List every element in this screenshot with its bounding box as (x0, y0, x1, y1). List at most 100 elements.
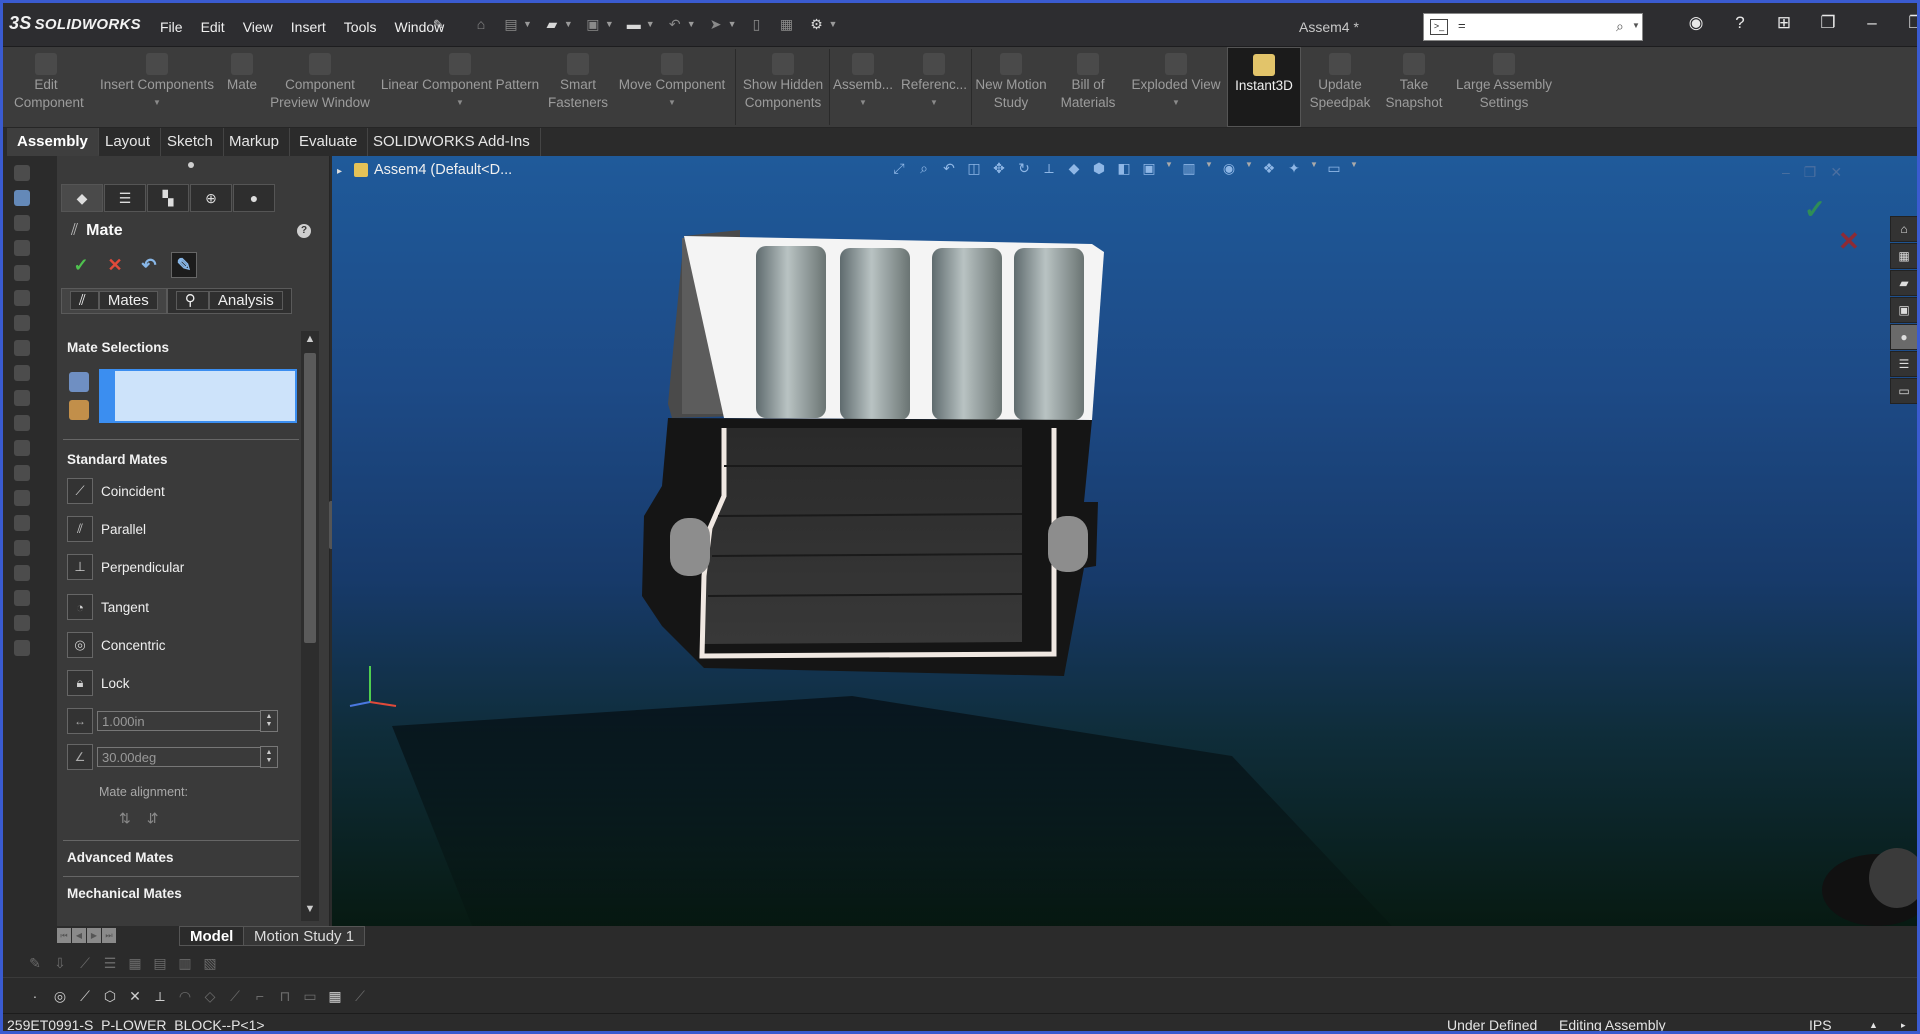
display-manager-tab-icon[interactable]: ● (233, 184, 275, 212)
property-manager-tab-icon[interactable]: ☰ (104, 184, 146, 212)
graphics-area[interactable]: ▸ Assem4 (Default<D... ⤢ ⌕ ↶ ◫ ✥ ↻ ⟂ ◆ ⬢… (332, 156, 1917, 926)
tool-icon[interactable] (14, 490, 30, 506)
angle-input[interactable] (97, 747, 261, 767)
scroll-thumb[interactable] (304, 353, 316, 643)
tool-icon[interactable] (14, 315, 30, 331)
appearances-scenes-icon[interactable]: ● (1890, 324, 1917, 350)
tool-icon[interactable]: ◇ (202, 988, 218, 1004)
reference-geometry-dropdown-icon[interactable]: ▼ (930, 94, 938, 112)
undo-icon[interactable]: ↶ (137, 253, 161, 277)
next-tab-icon[interactable]: ▶ (87, 928, 101, 943)
save-icon[interactable]: ▣ (583, 15, 603, 33)
tool-icon[interactable]: ▧ (202, 955, 218, 971)
undo-icon[interactable]: ↶ (665, 15, 685, 33)
tool-icon[interactable] (14, 640, 30, 656)
move-component-button[interactable]: Move Component ▼ (613, 47, 731, 127)
view-palette-icon[interactable]: ▣ (1890, 297, 1917, 323)
menu-insert[interactable]: Insert (282, 19, 335, 35)
tool-icon[interactable] (14, 565, 30, 581)
new-motion-study-button[interactable]: New Motion Study (973, 47, 1049, 127)
tool-icon[interactable]: ✎ (27, 955, 43, 971)
mate-concentric[interactable]: ◎ Concentric (67, 632, 166, 658)
tool-icon[interactable]: ⊓ (277, 988, 293, 1004)
units-dropdown-icon[interactable]: ▲ (1869, 1020, 1878, 1030)
rebuild-icon[interactable]: ▯ (747, 15, 767, 33)
tool-icon[interactable]: ▤ (152, 955, 168, 971)
distance-spinner[interactable]: ▲ ▼ (260, 710, 278, 732)
mate-button[interactable]: Mate (217, 47, 267, 127)
mate-selections-box[interactable] (99, 369, 297, 423)
insert-components-dropdown-icon[interactable]: ▼ (153, 94, 161, 112)
select-dropdown-icon[interactable]: ▼ (728, 19, 737, 29)
mechanical-mates-header[interactable]: Mechanical Mates (67, 886, 182, 901)
configuration-manager-tab-icon[interactable]: ▚ (147, 184, 189, 212)
tool-icon[interactable] (14, 540, 30, 556)
multiple-mate-mode-icon[interactable] (69, 400, 89, 420)
assembly-features-dropdown-icon[interactable]: ▼ (859, 94, 867, 112)
status-expand-icon[interactable]: ▸ (1901, 1020, 1906, 1031)
tab-markup[interactable]: Markup (219, 128, 291, 156)
tab-sketch[interactable]: Sketch (157, 128, 224, 156)
standard-mates-header[interactable]: Standard Mates (67, 452, 168, 467)
exploded-view-dropdown-icon[interactable]: ▼ (1172, 94, 1180, 112)
tool-icon[interactable] (14, 465, 30, 481)
show-hidden-components-button[interactable]: Show Hidden Components (739, 47, 827, 127)
tab-assembly[interactable]: Assembly (7, 128, 99, 156)
tab-motion-study-1[interactable]: Motion Study 1 (243, 926, 366, 946)
search-icon[interactable]: ⌕ (1616, 18, 1624, 35)
help-icon[interactable]: ? (297, 224, 311, 238)
tool-icon[interactable]: ◠ (177, 988, 193, 1004)
restore-windows-icon[interactable]: ❐ (1817, 13, 1839, 33)
tool-icon[interactable]: ⟋ (227, 988, 243, 1004)
smart-fasteners-button[interactable]: Smart Fasteners (543, 47, 613, 127)
open-dropdown-icon[interactable]: ▼ (564, 19, 573, 29)
mate-perpendicular[interactable]: ⊥ Perpendicular (67, 554, 184, 580)
user-account-icon[interactable]: ◉ (1685, 13, 1707, 33)
menu-file[interactable]: File (151, 19, 192, 35)
file-explorer-icon[interactable]: ▰ (1890, 270, 1917, 296)
prev-tab-icon[interactable]: ◀ (72, 928, 86, 943)
open-icon[interactable]: ▰ (542, 15, 562, 33)
search-dropdown-icon[interactable]: ▼ (1632, 21, 1640, 30)
tab-model[interactable]: Model (179, 926, 245, 946)
search-commands-input[interactable]: >_ = ⌕ ▼ (1423, 13, 1643, 41)
linear-pattern-dropdown-icon[interactable]: ▼ (456, 94, 464, 112)
circle-icon[interactable]: ◎ (52, 988, 68, 1004)
edit-component-button[interactable]: Edit Component (7, 47, 85, 127)
tool-icon[interactable]: ⟋ (77, 955, 93, 971)
tool-icon[interactable]: ⟋ (352, 988, 368, 1004)
tool-icon[interactable] (14, 215, 30, 231)
advanced-mates-header[interactable]: Advanced Mates (67, 850, 174, 865)
tool-icon[interactable]: ▭ (302, 988, 318, 1004)
tool-icon[interactable] (14, 165, 30, 181)
mate-tool-icon[interactable] (14, 190, 30, 206)
minimize-icon[interactable]: – (1861, 13, 1883, 33)
insert-components-button[interactable]: Insert Components ▼ (87, 47, 227, 127)
print-dropdown-icon[interactable]: ▼ (646, 19, 655, 29)
pushpin-icon[interactable]: ✎ (171, 252, 197, 278)
update-speedpak-button[interactable]: Update Speedpak (1303, 47, 1377, 127)
reference-geometry-button[interactable]: Referenc... ▼ (899, 47, 969, 127)
tool-icon[interactable] (14, 365, 30, 381)
tab-solidworks-add-ins[interactable]: SOLIDWORKS Add-Ins (363, 128, 541, 156)
tool-icon[interactable] (14, 390, 30, 406)
bill-of-materials-button[interactable]: Bill of Materials (1053, 47, 1123, 127)
tool-icon[interactable]: ▥ (177, 955, 193, 971)
tab-analysis[interactable]: ⚲ Analysis (166, 288, 292, 314)
tool-icon[interactable] (14, 615, 30, 631)
anti-aligned-icon[interactable]: ⇵ (147, 810, 159, 827)
select-icon[interactable]: ➤ (706, 15, 726, 33)
help-icon[interactable]: ? (1729, 13, 1751, 33)
polygon-icon[interactable]: ⬡ (102, 988, 118, 1004)
table-icon[interactable]: ▦ (327, 988, 343, 1004)
menu-edit[interactable]: Edit (192, 19, 234, 35)
new-dropdown-icon[interactable]: ▼ (523, 19, 532, 29)
mate-coincident[interactable]: ⟋ Coincident (67, 478, 165, 504)
file-properties-icon[interactable]: ▦ (777, 15, 797, 33)
angle-spinner[interactable]: ▲ ▼ (260, 746, 278, 768)
first-tab-icon[interactable]: ⏮ (57, 928, 71, 943)
tool-icon[interactable]: ⇩ (52, 955, 68, 971)
tool-icon[interactable] (14, 515, 30, 531)
tool-icon[interactable] (14, 440, 30, 456)
new-document-icon[interactable]: ▤ (501, 15, 521, 33)
